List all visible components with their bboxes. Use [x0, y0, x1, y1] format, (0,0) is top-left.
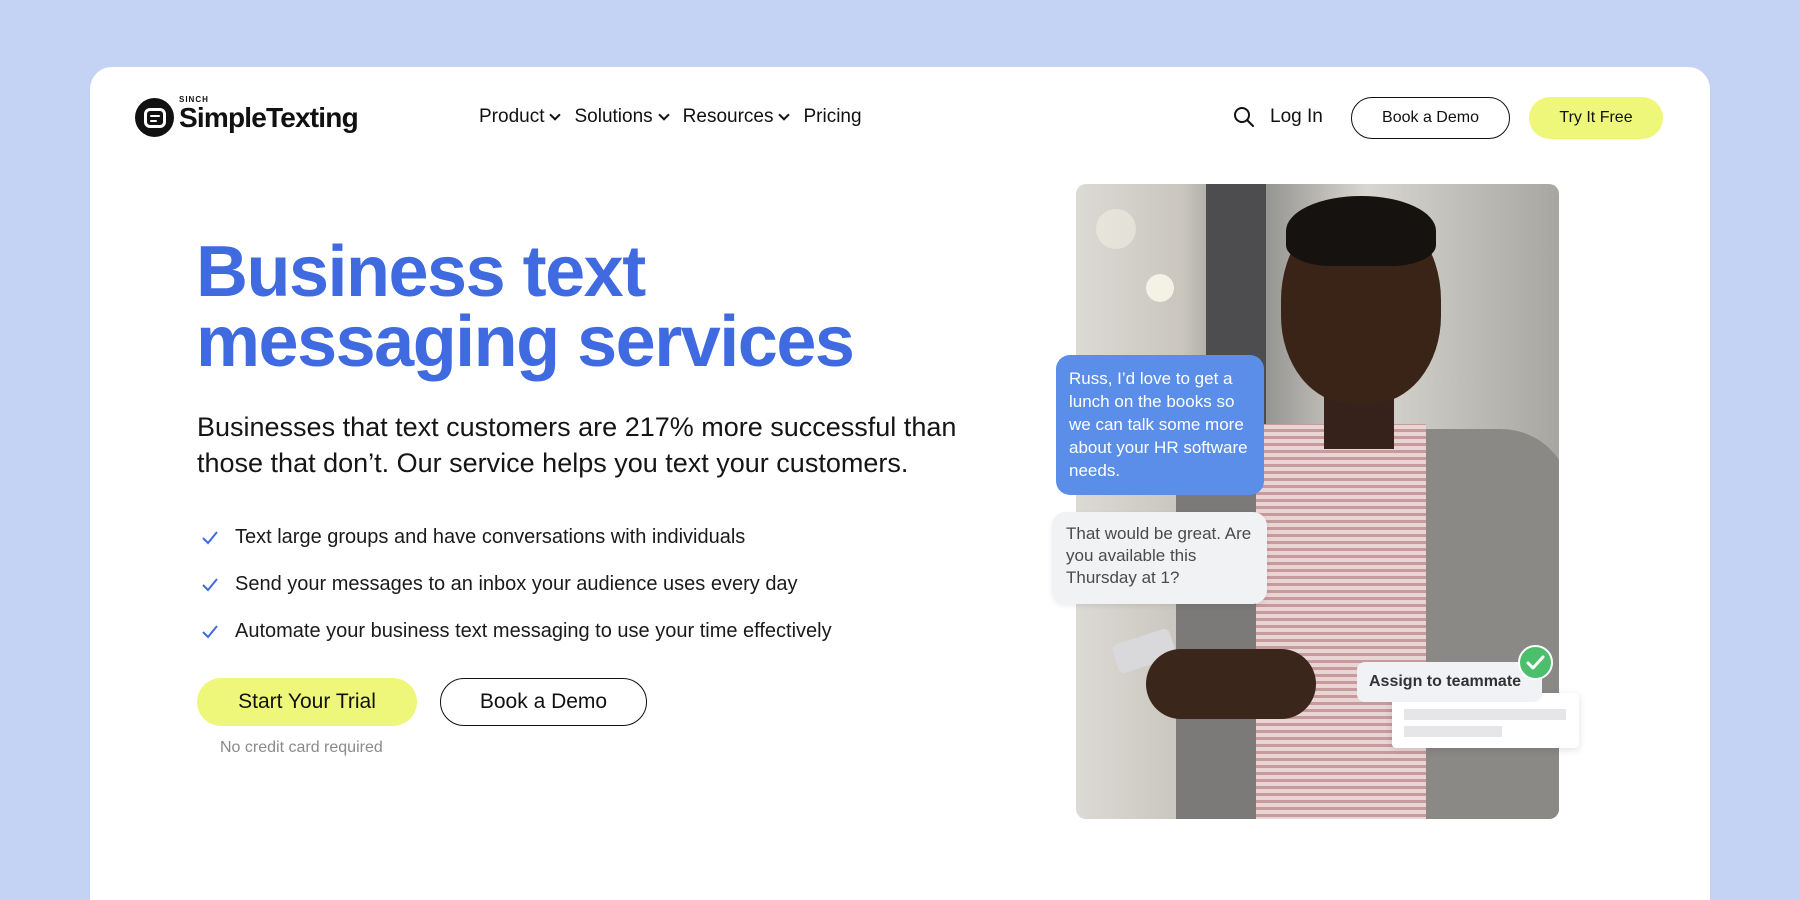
feature-item: Send your messages to an inbox your audi…	[200, 561, 832, 608]
hero-subtitle: Businesses that text customers are 217% …	[197, 412, 957, 478]
feature-item: Text large groups and have conversations…	[200, 514, 832, 561]
nav-item-pricing[interactable]: Pricing	[803, 106, 861, 128]
no-credit-card-note: No credit card required	[220, 739, 383, 756]
checkmark-icon	[202, 577, 218, 591]
try-free-button[interactable]: Try It Free	[1529, 97, 1663, 139]
brand-tag: SINCH	[179, 94, 209, 104]
incoming-message-bubble: That would be great. Are you available t…	[1052, 512, 1267, 604]
chevron-down-icon	[657, 108, 670, 121]
nav-item-solutions[interactable]: Solutions	[574, 106, 670, 128]
nav-item-resources[interactable]: Resources	[683, 106, 791, 128]
feature-list: Text large groups and have conversations…	[200, 514, 832, 655]
feature-item: Automate your business text messaging to…	[200, 608, 832, 655]
assign-teammate-label: Assign to teammate	[1357, 662, 1542, 702]
login-link[interactable]: Log In	[1270, 106, 1323, 128]
brand-name: SimpleTexting	[179, 101, 359, 133]
search-icon[interactable]	[1233, 106, 1255, 128]
book-demo-button[interactable]: Book a Demo	[1351, 97, 1510, 139]
brand-logo[interactable]: SINCH SimpleTexting	[135, 94, 359, 137]
checkmark-icon	[202, 530, 218, 544]
hero-book-demo-button[interactable]: Book a Demo	[440, 678, 647, 726]
check-circle-icon	[1518, 645, 1553, 680]
checkmark-icon	[202, 624, 218, 638]
chevron-down-icon	[778, 108, 791, 121]
logo-icon	[135, 98, 174, 137]
outgoing-message-bubble: Russ, I’d love to get a lunch on the boo…	[1056, 355, 1264, 495]
landing-page: SINCH SimpleTexting Product Solutions Re…	[90, 67, 1710, 900]
main-nav: Product Solutions Resources Pricing	[479, 106, 862, 128]
hero-title: Business text messaging services	[196, 232, 855, 382]
nav-item-product[interactable]: Product	[479, 106, 562, 128]
chevron-down-icon	[549, 108, 562, 121]
start-trial-button[interactable]: Start Your Trial	[197, 678, 417, 726]
